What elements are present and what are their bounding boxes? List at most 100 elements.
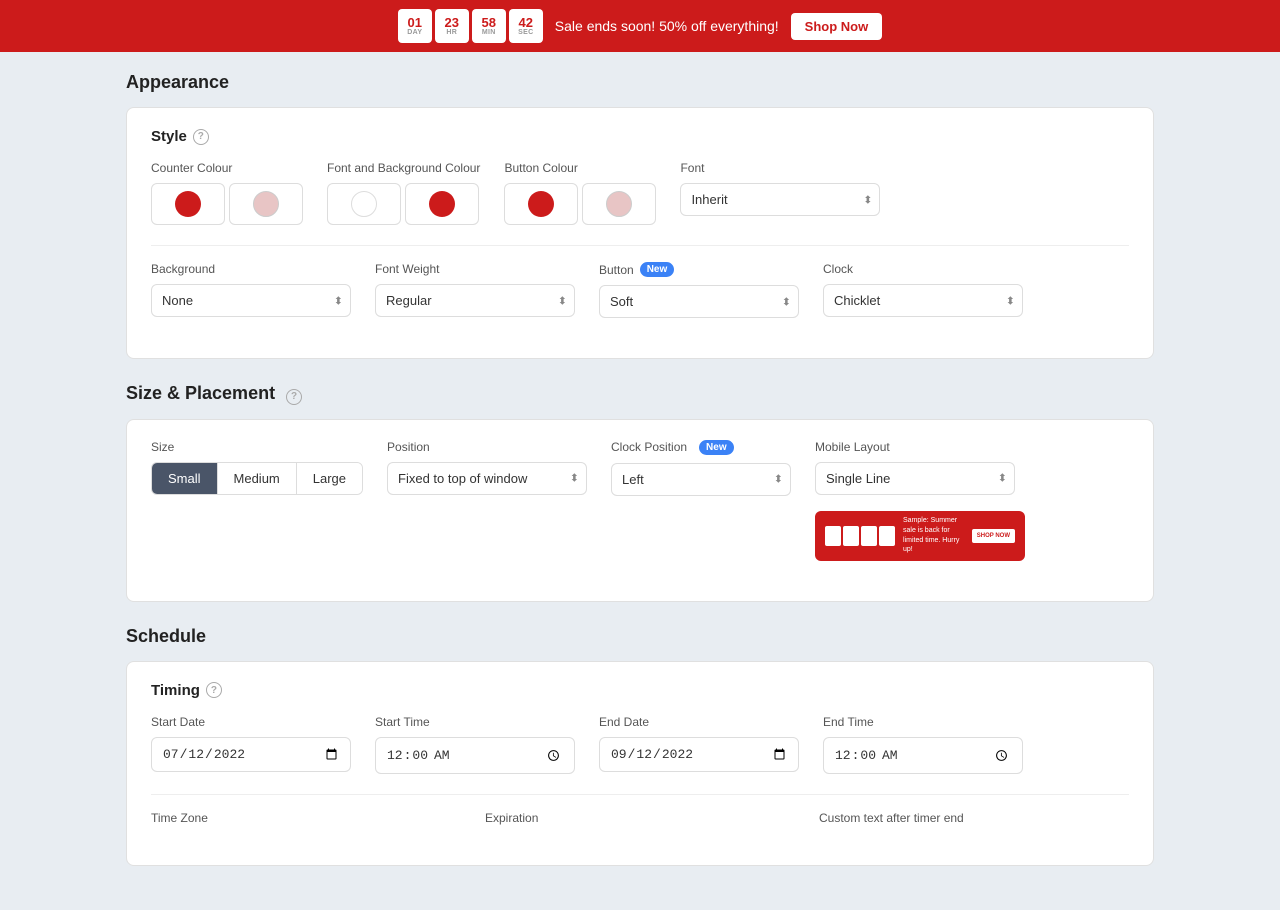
end-time-input[interactable] bbox=[823, 737, 1023, 775]
button-colour-swatch2[interactable] bbox=[582, 183, 656, 225]
end-time-label: End Time bbox=[823, 715, 1023, 729]
clock-position-label: Clock Position bbox=[611, 440, 687, 454]
style-section-title: Style ? bbox=[151, 128, 1129, 145]
style-divider bbox=[151, 245, 1129, 246]
countdown-min: 58 MIN bbox=[472, 9, 506, 43]
size-buttons: Small Medium Large bbox=[151, 462, 363, 495]
mobile-layout-select-wrapper: Single Line Stacked bbox=[815, 462, 1015, 495]
counter-colour-swatch2[interactable] bbox=[229, 183, 303, 225]
clock-style-select-wrapper: Chicklet Flip Classic bbox=[823, 284, 1023, 317]
button-colour-group: Button Colour bbox=[504, 161, 656, 225]
size-label: Size bbox=[151, 440, 363, 454]
font-bg-colour-swatch2[interactable] bbox=[405, 183, 479, 225]
font-select-wrapper: Inherit Arial Georgia Verdana bbox=[680, 183, 880, 216]
style-row2: Background None Solid Gradient Font Weig… bbox=[151, 262, 1129, 318]
size-medium-button[interactable]: Medium bbox=[218, 463, 297, 494]
size-large-button[interactable]: Large bbox=[297, 463, 362, 494]
preview-box4 bbox=[879, 526, 895, 546]
schedule-card: Timing ? Start Date Start Time End Date … bbox=[126, 661, 1154, 867]
font-select[interactable]: Inherit Arial Georgia Verdana bbox=[680, 183, 880, 216]
font-bg-colour-group: Font and Background Colour bbox=[327, 161, 480, 225]
size-placement-title: Size & Placement ? bbox=[126, 383, 1154, 405]
clock-position-group: Clock Position New Left Right Center bbox=[611, 440, 791, 496]
banner-sale-text: Sale ends soon! 50% off everything! bbox=[555, 18, 779, 34]
background-select-wrapper: None Solid Gradient bbox=[151, 284, 351, 317]
size-placement-help-icon[interactable]: ? bbox=[286, 389, 302, 405]
mobile-layout-group: Mobile Layout Single Line Stacked bbox=[815, 440, 1025, 561]
countdown-sec: 42 SEC bbox=[509, 9, 543, 43]
font-bg-colour-pickers bbox=[327, 183, 480, 225]
background-group: Background None Solid Gradient bbox=[151, 262, 351, 317]
font-bg-colour-swatch1[interactable] bbox=[327, 183, 401, 225]
font-weight-select[interactable]: Regular Bold Light bbox=[375, 284, 575, 317]
position-select[interactable]: Fixed to top of window Fixed to bottom o… bbox=[387, 462, 587, 495]
font-group: Font Inherit Arial Georgia Verdana bbox=[680, 161, 880, 216]
timing-divider bbox=[151, 794, 1129, 795]
custom-text-label: Custom text after timer end bbox=[819, 811, 1129, 825]
appearance-title: Appearance bbox=[126, 72, 1154, 93]
timezone-group: Time Zone bbox=[151, 811, 461, 825]
font-bg-colour-label: Font and Background Colour bbox=[327, 161, 480, 175]
main-content: Appearance Style ? Counter Colour bbox=[110, 52, 1170, 910]
counter-colour-pickers bbox=[151, 183, 303, 225]
timing-title: Timing ? bbox=[151, 682, 1129, 699]
preview-box1 bbox=[825, 526, 841, 546]
mobile-layout-select[interactable]: Single Line Stacked bbox=[815, 462, 1015, 495]
end-date-input[interactable] bbox=[599, 737, 799, 772]
clock-style-group: Clock Chicklet Flip Classic bbox=[823, 262, 1023, 317]
background-select[interactable]: None Solid Gradient bbox=[151, 284, 351, 317]
end-date-label: End Date bbox=[599, 715, 799, 729]
counter-colour-group: Counter Colour bbox=[151, 161, 303, 225]
clock-style-select[interactable]: Chicklet Flip Classic bbox=[823, 284, 1023, 317]
timezone-label: Time Zone bbox=[151, 811, 461, 825]
position-label: Position bbox=[387, 440, 587, 454]
position-group: Position Fixed to top of window Fixed to… bbox=[387, 440, 587, 495]
preview-box2 bbox=[843, 526, 859, 546]
button-style-select-wrapper: Soft Sharp Pill bbox=[599, 285, 799, 318]
font-weight-group: Font Weight Regular Bold Light bbox=[375, 262, 575, 317]
clock-style-label: Clock bbox=[823, 262, 1023, 276]
preview-box3 bbox=[861, 526, 877, 546]
style-help-icon[interactable]: ? bbox=[193, 129, 209, 145]
button-colour-circle1 bbox=[528, 191, 554, 217]
schedule-title: Schedule bbox=[126, 626, 1154, 647]
start-time-input[interactable] bbox=[375, 737, 575, 775]
expiration-group: Expiration bbox=[485, 811, 795, 825]
mobile-layout-label: Mobile Layout bbox=[815, 440, 1025, 454]
preview-boxes bbox=[825, 526, 895, 546]
counter-colour-circle1 bbox=[175, 191, 201, 217]
countdown-hr: 23 HR bbox=[435, 9, 469, 43]
size-group: Size Small Medium Large bbox=[151, 440, 363, 495]
font-label: Font bbox=[680, 161, 880, 175]
size-placement-card: Size Small Medium Large Position Fixed t… bbox=[126, 419, 1154, 602]
start-time-group: Start Time bbox=[375, 715, 575, 775]
background-label: Background bbox=[151, 262, 351, 276]
appearance-card: Style ? Counter Colour Font and Backg bbox=[126, 107, 1154, 359]
font-bg-colour-circle1 bbox=[351, 191, 377, 217]
clock-position-badge: New bbox=[699, 440, 734, 455]
custom-text-group: Custom text after timer end bbox=[819, 811, 1129, 825]
timing-row: Start Date Start Time End Date End Time bbox=[151, 715, 1129, 775]
end-time-group: End Time bbox=[823, 715, 1023, 775]
style-colors-row: Counter Colour Font and Background Colou… bbox=[151, 161, 1129, 225]
button-colour-swatch1[interactable] bbox=[504, 183, 578, 225]
expiration-label: Expiration bbox=[485, 811, 795, 825]
clock-position-select[interactable]: Left Right Center bbox=[611, 463, 791, 496]
button-colour-pickers bbox=[504, 183, 656, 225]
end-date-group: End Date bbox=[599, 715, 799, 772]
start-date-group: Start Date bbox=[151, 715, 351, 772]
counter-colour-swatch1[interactable] bbox=[151, 183, 225, 225]
size-small-button[interactable]: Small bbox=[152, 463, 218, 494]
button-style-select[interactable]: Soft Sharp Pill bbox=[599, 285, 799, 318]
button-colour-circle2 bbox=[606, 191, 632, 217]
start-date-label: Start Date bbox=[151, 715, 351, 729]
timing-help-icon[interactable]: ? bbox=[206, 682, 222, 698]
font-weight-label: Font Weight bbox=[375, 262, 575, 276]
size-placement-row: Size Small Medium Large Position Fixed t… bbox=[151, 440, 1129, 561]
position-select-wrapper: Fixed to top of window Fixed to bottom o… bbox=[387, 462, 587, 495]
clock-position-select-wrapper: Left Right Center bbox=[611, 463, 791, 496]
start-date-input[interactable] bbox=[151, 737, 351, 772]
button-style-group: Button New Soft Sharp Pill bbox=[599, 262, 799, 318]
font-weight-select-wrapper: Regular Bold Light bbox=[375, 284, 575, 317]
banner-shop-button[interactable]: Shop Now bbox=[791, 13, 883, 40]
